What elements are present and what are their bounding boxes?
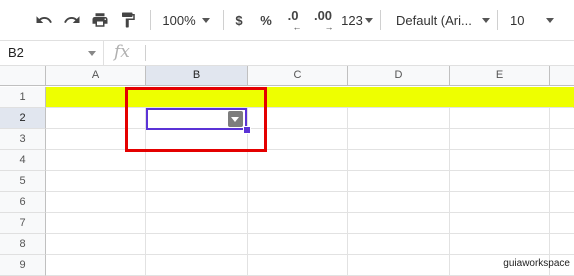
formula-input[interactable] — [152, 41, 572, 65]
toolbar-divider — [497, 10, 498, 30]
column-header-f[interactable] — [550, 66, 574, 86]
column-header-a[interactable]: A — [46, 66, 146, 86]
toolbar: 100% $ % .0 ← .00 → 123 Default (Ari... … — [0, 0, 574, 41]
decrease-decimals-label: .0 — [287, 8, 299, 23]
cell-d9[interactable] — [348, 255, 450, 276]
cell-f6[interactable] — [550, 192, 574, 213]
column-header-c[interactable]: C — [248, 66, 348, 86]
more-formats-select[interactable]: 123 — [340, 6, 374, 34]
cell-d8[interactable] — [348, 234, 450, 255]
font-family-select[interactable]: Default (Ari... — [388, 6, 492, 34]
chevron-down-icon — [364, 17, 373, 23]
zoom-value: 100% — [162, 12, 196, 28]
cell-c7[interactable] — [248, 213, 348, 234]
cell-d2[interactable] — [348, 108, 450, 129]
row-header-2[interactable]: 2 — [0, 108, 46, 129]
cell-d3[interactable] — [348, 129, 450, 150]
cell-b7[interactable] — [146, 213, 248, 234]
row-header-8[interactable]: 8 — [0, 234, 46, 255]
toolbar-divider — [380, 10, 381, 30]
percent-label: % — [260, 12, 272, 28]
cell-b6[interactable] — [146, 192, 248, 213]
chevron-down-icon — [88, 51, 96, 56]
name-box[interactable]: B2 — [0, 41, 104, 65]
paint-format-icon[interactable] — [114, 6, 142, 34]
cell-f3[interactable] — [550, 129, 574, 150]
cell-d5[interactable] — [348, 171, 450, 192]
cell-e7[interactable] — [450, 213, 550, 234]
annotation-highlight — [125, 87, 267, 152]
chevron-down-icon — [201, 17, 210, 23]
row-header-4[interactable]: 4 — [0, 150, 46, 171]
cell-b8[interactable] — [146, 234, 248, 255]
currency-format-button[interactable]: $ — [229, 6, 249, 34]
cell-b5[interactable] — [146, 171, 248, 192]
cell-e2[interactable] — [450, 108, 550, 129]
row-header-3[interactable]: 3 — [0, 129, 46, 150]
column-header-e[interactable]: E — [450, 66, 550, 86]
cell-c8[interactable] — [248, 234, 348, 255]
cell-f2[interactable] — [550, 108, 574, 129]
cell-c9[interactable] — [248, 255, 348, 276]
name-box-value: B2 — [8, 45, 24, 60]
cell-d7[interactable] — [348, 213, 450, 234]
arrow-left-icon: ← — [292, 22, 302, 32]
arrow-right-icon: → — [324, 22, 334, 32]
cell-f5[interactable] — [550, 171, 574, 192]
cell-c4[interactable] — [248, 150, 348, 171]
print-icon[interactable] — [86, 6, 114, 34]
cell-d6[interactable] — [348, 192, 450, 213]
font-family-value: Default (Ari... — [396, 12, 472, 28]
cell-a7[interactable] — [46, 213, 146, 234]
currency-label: $ — [235, 12, 243, 28]
chevron-down-icon — [546, 17, 555, 23]
zoom-select[interactable]: 100% — [158, 6, 214, 34]
cell-e6[interactable] — [450, 192, 550, 213]
cell-a9[interactable] — [46, 255, 146, 276]
cell-a4[interactable] — [46, 150, 146, 171]
more-formats-label: 123 — [341, 12, 363, 28]
spreadsheet-grid: A B C D E 1 2 3 4 5 6 7 8 9 guiaworkspac… — [0, 66, 574, 276]
undo-icon[interactable] — [30, 6, 58, 34]
font-size-value: 10 — [510, 12, 525, 28]
percent-format-button[interactable]: % — [256, 6, 276, 34]
cell-b4[interactable] — [146, 150, 248, 171]
cell-f4[interactable] — [550, 150, 574, 171]
cell-e8[interactable] — [450, 234, 550, 255]
cell-a5[interactable] — [46, 171, 146, 192]
row-header-7[interactable]: 7 — [0, 213, 46, 234]
cell-e3[interactable] — [450, 129, 550, 150]
cell-a8[interactable] — [46, 234, 146, 255]
column-header-d[interactable]: D — [348, 66, 450, 86]
row-header-5[interactable]: 5 — [0, 171, 46, 192]
watermark: guiaworkspace — [503, 258, 570, 269]
formula-bar: B2 fx — [0, 41, 574, 66]
decrease-decimals-button[interactable]: .0 ← — [282, 6, 304, 34]
cell-d4[interactable] — [348, 150, 450, 171]
cell-e4[interactable] — [450, 150, 550, 171]
toolbar-divider — [150, 10, 151, 30]
formula-bar-divider — [145, 45, 146, 61]
cell-f7[interactable] — [550, 213, 574, 234]
cell-e5[interactable] — [450, 171, 550, 192]
redo-icon[interactable] — [58, 6, 86, 34]
increase-decimals-button[interactable]: .00 → — [310, 6, 336, 34]
row-header-6[interactable]: 6 — [0, 192, 46, 213]
cell-c6[interactable] — [248, 192, 348, 213]
select-all-corner[interactable] — [0, 66, 46, 86]
font-size-select[interactable]: 10 — [502, 6, 560, 34]
cell-b9[interactable] — [146, 255, 248, 276]
cell-a6[interactable] — [46, 192, 146, 213]
toolbar-divider — [223, 10, 224, 30]
column-header-b[interactable]: B — [146, 66, 248, 86]
chevron-down-icon — [481, 17, 490, 23]
increase-decimals-label: .00 — [313, 8, 333, 23]
cell-f8[interactable] — [550, 234, 574, 255]
row-header-1[interactable]: 1 — [0, 87, 46, 108]
function-icon: fx — [114, 42, 130, 62]
row-header-9[interactable]: 9 — [0, 255, 46, 276]
cell-c5[interactable] — [248, 171, 348, 192]
